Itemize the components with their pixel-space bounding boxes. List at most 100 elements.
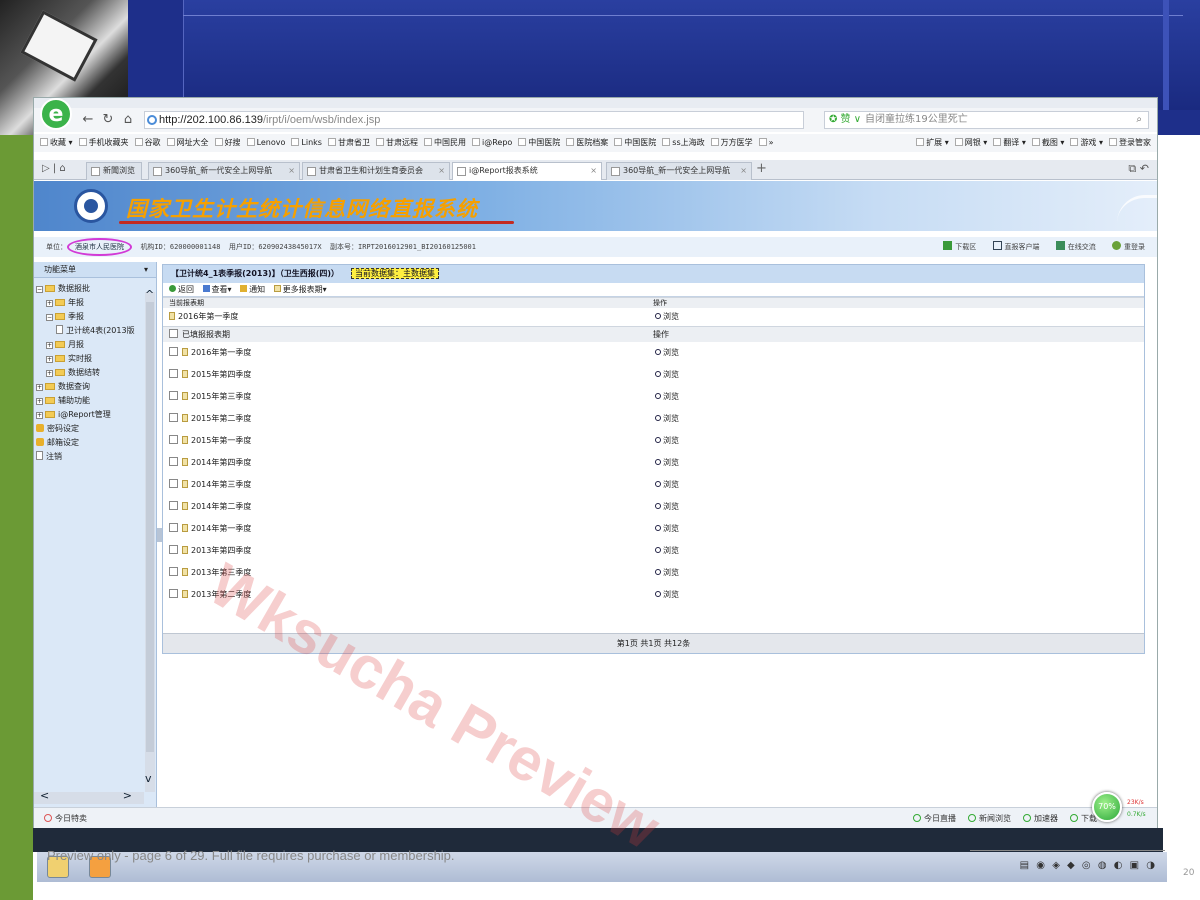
browse-link[interactable]: 浏览: [655, 342, 679, 364]
row-checkbox[interactable]: [169, 435, 178, 444]
tree-item[interactable]: + i@Report管理: [34, 408, 144, 422]
tree-item[interactable]: + 月报: [34, 338, 144, 352]
more-periods-dropdown[interactable]: 更多报表期▾: [273, 283, 327, 297]
bookmark-item[interactable]: 好搜: [214, 134, 241, 152]
scroll-right-icon[interactable]: >: [123, 789, 132, 802]
tree-item[interactable]: − 季报: [34, 310, 144, 324]
browse-link[interactable]: 浏览: [655, 540, 679, 562]
row-checkbox[interactable]: [169, 589, 178, 598]
browse-link[interactable]: 浏览: [655, 474, 679, 496]
tab-nav-icons[interactable]: ▷ | ⌂: [42, 163, 66, 174]
toolbar-tool[interactable]: 登录管家: [1109, 134, 1151, 152]
bookmark-item[interactable]: 手机收藏夹: [78, 134, 129, 152]
browse-link[interactable]: 浏览: [655, 452, 679, 474]
bookmark-item[interactable]: 网址大全: [166, 134, 209, 152]
back-link[interactable]: 返回: [169, 283, 194, 297]
row-checkbox[interactable]: [169, 347, 178, 356]
status-tool[interactable]: 今日直播: [913, 808, 956, 830]
client-link[interactable]: 直报客户端: [992, 237, 1040, 257]
row-checkbox[interactable]: [169, 567, 178, 576]
row-checkbox[interactable]: [169, 391, 178, 400]
search-box[interactable]: ✪ 赞 ∨ 自闭童拉练19公里死亡 ⌕: [824, 111, 1149, 129]
toolbar-tool[interactable]: 翻译 ▾: [993, 134, 1026, 152]
tree-item[interactable]: + 辅助功能: [34, 394, 144, 408]
tree-item[interactable]: − 数据报批: [34, 282, 144, 296]
toolbar-tool[interactable]: 扩展 ▾: [916, 134, 949, 152]
system-tray-icons[interactable]: ▤ ◉ ◈ ◆ ◎ ◍ ◐ ▣ ◑: [1020, 860, 1157, 871]
scroll-up-icon[interactable]: ^: [145, 288, 154, 301]
toolbar-tool[interactable]: 游戏 ▾: [1070, 134, 1103, 152]
bookmark-item[interactable]: Lenovo: [246, 134, 285, 152]
browser-tab[interactable]: i@Report报表系统 ×: [452, 162, 602, 180]
bookmark-item[interactable]: 中国医院: [614, 134, 656, 152]
tree-item[interactable]: + 数据查询: [34, 380, 144, 394]
tree-item[interactable]: + 数据结转: [34, 366, 144, 380]
status-tool[interactable]: 新闻浏览: [968, 808, 1011, 830]
scroll-thumb[interactable]: [146, 302, 154, 752]
bookmark-item[interactable]: 中国医院: [518, 134, 560, 152]
home-button[interactable]: ⌂: [120, 112, 136, 128]
expand-icon[interactable]: +: [46, 300, 53, 307]
sidebar-hscrollbar[interactable]: < >: [34, 789, 144, 804]
browser-tab[interactable]: 甘肃省卫生和计划生育委员会 ×: [302, 162, 450, 180]
browse-link[interactable]: 浏览: [655, 308, 679, 326]
close-tab-icon[interactable]: ×: [438, 163, 445, 179]
search-icon[interactable]: ⌕: [1136, 112, 1142, 128]
tree-item[interactable]: 密码设定: [34, 422, 144, 436]
close-tab-icon[interactable]: ×: [288, 163, 295, 179]
browser-tab[interactable]: 360导航_新一代安全上网导航 ×: [148, 162, 300, 180]
bookmark-item[interactable]: 中国民用: [423, 134, 466, 152]
refresh-button[interactable]: ↻: [100, 112, 116, 128]
search-engine-selector[interactable]: ✪ 赞 ∨: [829, 112, 861, 128]
row-checkbox[interactable]: [169, 457, 178, 466]
expand-icon[interactable]: +: [36, 412, 43, 419]
toolbar-tool[interactable]: 截图 ▾: [1031, 134, 1064, 152]
scroll-down-icon[interactable]: v: [145, 772, 152, 785]
expand-icon[interactable]: +: [46, 342, 53, 349]
tab-tools-icons[interactable]: ⧉ ↶: [1128, 162, 1149, 176]
chevron-down-icon[interactable]: ▾: [144, 262, 148, 278]
row-checkbox[interactable]: [169, 413, 178, 422]
bookmark-item[interactable]: 谷歌: [134, 134, 161, 152]
address-bar[interactable]: http://202.100.86.139/irpt/i/oem/wsb/ind…: [144, 111, 804, 129]
bookmark-item[interactable]: 医院档案: [566, 134, 608, 152]
expand-icon[interactable]: +: [46, 370, 53, 377]
tree-item[interactable]: 注销: [34, 450, 144, 464]
new-tab-button[interactable]: +: [756, 161, 767, 176]
browse-link[interactable]: 浏览: [655, 518, 679, 540]
bookmark-item[interactable]: i@Repo: [471, 134, 512, 152]
bookmark-item[interactable]: 甘肃远程: [375, 134, 418, 152]
relogin-link[interactable]: 重登录: [1112, 237, 1145, 257]
expand-icon[interactable]: +: [46, 356, 53, 363]
bookmark-item[interactable]: 万方医学: [710, 134, 753, 152]
row-checkbox[interactable]: [169, 545, 178, 554]
row-checkbox[interactable]: [169, 501, 178, 510]
bookmark-item[interactable]: 甘肃省卫: [327, 134, 370, 152]
browse-link[interactable]: 浏览: [655, 430, 679, 452]
daily-deals-link[interactable]: 今日特卖: [44, 808, 87, 830]
row-checkbox[interactable]: [169, 369, 178, 378]
view-dropdown[interactable]: 查看▾: [202, 283, 232, 297]
notify-link[interactable]: 通知: [240, 283, 265, 297]
browse-link[interactable]: 浏览: [655, 386, 679, 408]
chat-link[interactable]: 在线交流: [1055, 237, 1096, 257]
bookmark-item[interactable]: Links: [291, 134, 322, 152]
browse-link[interactable]: 浏览: [655, 562, 679, 584]
tree-item[interactable]: + 年报: [34, 296, 144, 310]
tree-item[interactable]: 卫计统4表(2013版: [34, 324, 144, 338]
tree-item[interactable]: 邮箱设定: [34, 436, 144, 450]
row-checkbox[interactable]: [169, 523, 178, 532]
close-tab-icon[interactable]: ×: [590, 163, 597, 179]
close-tab-icon[interactable]: ×: [740, 163, 747, 179]
browse-link[interactable]: 浏览: [655, 364, 679, 386]
row-checkbox[interactable]: [169, 479, 178, 488]
sidebar-scrollbar[interactable]: ^ v: [145, 288, 155, 792]
browser-tab[interactable]: 360导航_新一代安全上网导航 ×: [606, 162, 752, 180]
select-all-checkbox[interactable]: [169, 329, 178, 338]
bookmark-item[interactable]: »: [758, 134, 774, 152]
tree-item[interactable]: + 实时报: [34, 352, 144, 366]
collapse-icon[interactable]: −: [36, 286, 43, 293]
scroll-left-icon[interactable]: <: [40, 789, 49, 802]
expand-icon[interactable]: +: [36, 384, 43, 391]
browse-link[interactable]: 浏览: [655, 584, 679, 606]
